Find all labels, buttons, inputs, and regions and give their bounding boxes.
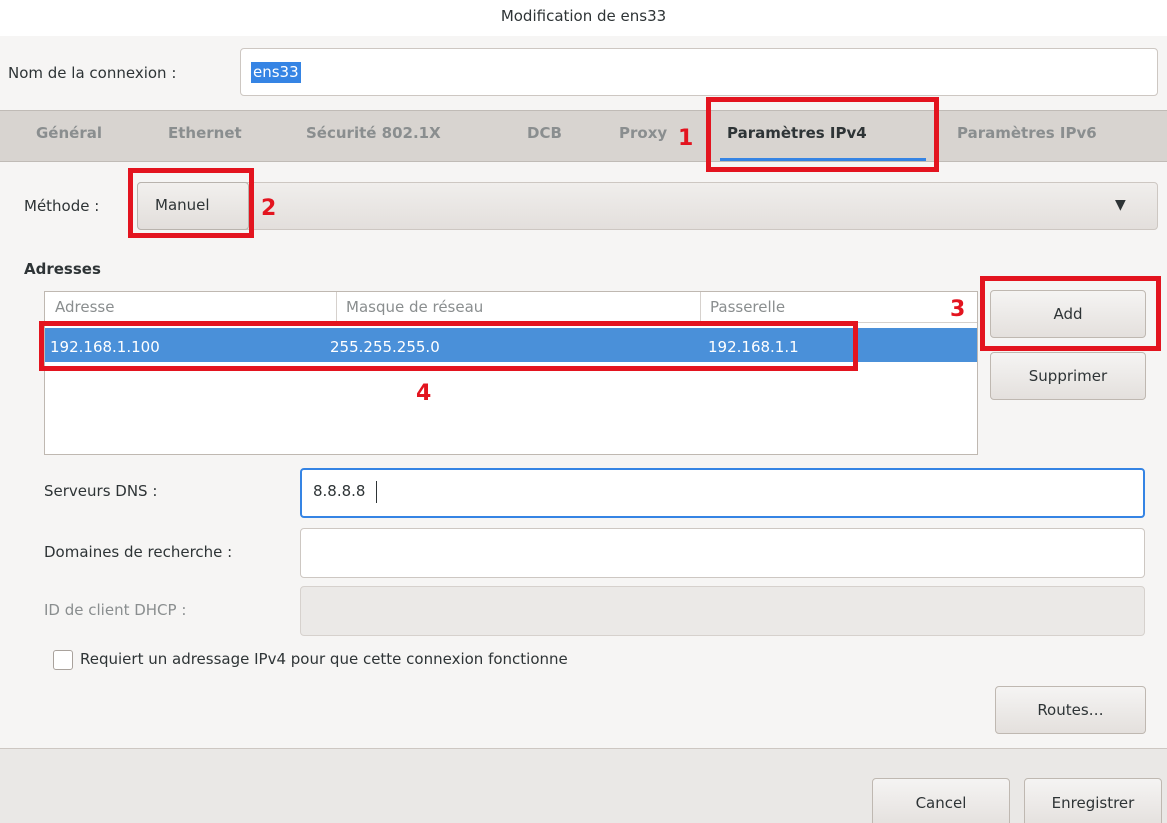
connection-name-input[interactable]: [240, 48, 1158, 96]
tab-ipv6-settings[interactable]: Paramètres IPv6: [957, 124, 1097, 142]
cancel-button[interactable]: Cancel: [872, 778, 1010, 823]
column-header-gateway[interactable]: Passerelle: [710, 298, 785, 316]
annotation-box-add: [980, 276, 1161, 351]
column-separator: [700, 292, 701, 323]
annotation-number-3: 3: [950, 297, 966, 322]
dhcp-client-id-label: ID de client DHCP :: [44, 601, 187, 619]
annotation-box-method: [128, 168, 254, 238]
annotation-box-address-row: [39, 321, 858, 371]
connection-name-value: ens33: [251, 62, 301, 83]
column-header-address[interactable]: Adresse: [55, 298, 114, 316]
save-button[interactable]: Enregistrer: [1024, 778, 1162, 823]
search-domains-input[interactable]: [300, 528, 1145, 578]
method-label: Méthode :: [24, 197, 100, 215]
tab-dcb[interactable]: DCB: [527, 124, 562, 142]
addresses-table[interactable]: [44, 291, 978, 455]
addresses-heading: Adresses: [24, 260, 101, 278]
dns-servers-value: 8.8.8.8: [313, 482, 366, 500]
dhcp-client-id-input: [300, 586, 1145, 636]
tab-security-8021x[interactable]: Sécurité 802.1X: [306, 124, 441, 142]
tab-general[interactable]: Général: [36, 124, 102, 142]
require-ipv4-label[interactable]: Requiert un adressage IPv4 pour que cett…: [80, 650, 568, 668]
dns-servers-input[interactable]: [300, 468, 1145, 518]
require-ipv4-checkbox[interactable]: [53, 650, 73, 670]
routes-button[interactable]: Routes…: [995, 686, 1146, 734]
annotation-box-ipv4-tab: [706, 97, 939, 172]
tab-proxy[interactable]: Proxy: [619, 124, 667, 142]
chevron-down-icon[interactable]: ▼: [1115, 197, 1126, 213]
dns-servers-label: Serveurs DNS :: [44, 482, 158, 500]
window-title: Modification de ens33: [500, 7, 667, 25]
annotation-number-2: 2: [261, 196, 277, 221]
column-separator: [336, 292, 337, 323]
remove-address-button[interactable]: Supprimer: [990, 352, 1146, 400]
column-header-netmask[interactable]: Masque de réseau: [346, 298, 483, 316]
annotation-number-4: 4: [416, 381, 432, 406]
search-domains-label: Domaines de recherche :: [44, 543, 233, 561]
tab-ethernet[interactable]: Ethernet: [168, 124, 242, 142]
text-caret: [376, 481, 377, 503]
connection-name-label: Nom de la connexion :: [8, 64, 177, 82]
method-dropdown[interactable]: [137, 182, 1158, 230]
annotation-number-1: 1: [678, 126, 694, 151]
